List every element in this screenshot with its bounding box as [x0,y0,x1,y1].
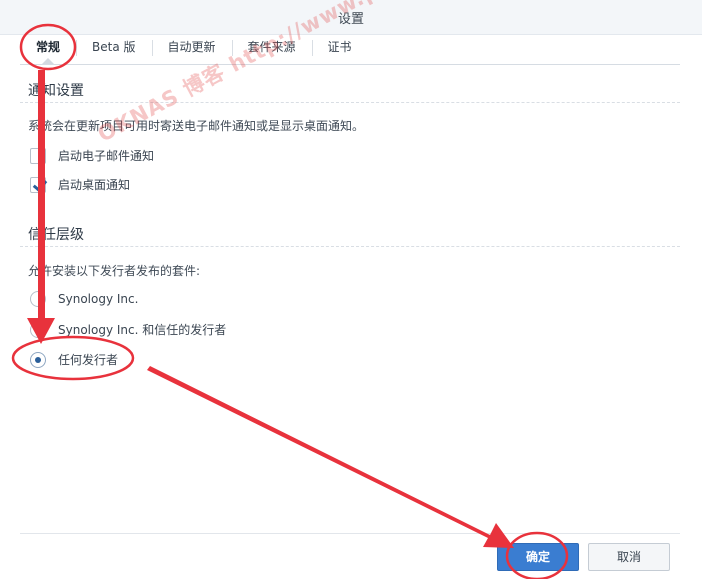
email-notify-label: 启动电子邮件通知 [58,149,155,163]
email-notify-checkbox[interactable] [30,147,46,164]
notify-description: 系统会在更新项目可用时寄送电子邮件通知或是显示桌面通知。 [28,119,365,133]
notify-section-title: 通知设置 [28,83,84,99]
tab-general[interactable]: 常规 [20,34,76,65]
trust-trusted-radio[interactable] [30,321,46,338]
trust-synology-label: Synology Inc. [58,292,139,306]
trust-any-label: 任何发行者 [58,353,119,367]
trust-option-any[interactable]: 任何发行者 [30,351,118,368]
annotation-overlay [11,23,569,579]
email-notify-option[interactable]: 启动电子邮件通知 [30,147,154,164]
tab-beta[interactable]: Beta 版 [76,34,152,64]
trust-section-title: 信任层级 [28,227,84,243]
tab-divider [20,64,680,65]
desktop-notify-option[interactable]: 启动桌面通知 [30,176,130,193]
desktop-notify-checkbox[interactable] [30,176,46,193]
trust-synology-radio[interactable] [30,291,46,307]
trust-option-synology[interactable]: Synology Inc. [30,291,138,307]
tab-certificate[interactable]: 证书 [311,34,368,64]
ok-button[interactable]: 确定 [497,543,579,571]
trust-section-divider [20,246,680,247]
trust-description: 允许安装以下发行者发布的套件: [28,264,201,278]
trust-trusted-label: Synology Inc. 和信任的发行者 [58,323,227,337]
trust-any-radio[interactable] [30,351,46,368]
cancel-button[interactable]: 取消 [588,543,670,571]
desktop-notify-label: 启动桌面通知 [58,178,131,192]
footer-divider [20,533,680,534]
annotation-arrow-diagonal [147,366,514,548]
notify-section-divider [20,102,680,103]
trust-option-trusted[interactable]: Synology Inc. 和信任的发行者 [30,321,226,338]
tab-bar: 常规 Beta 版 自动更新 套件来源 证书 [20,34,368,65]
